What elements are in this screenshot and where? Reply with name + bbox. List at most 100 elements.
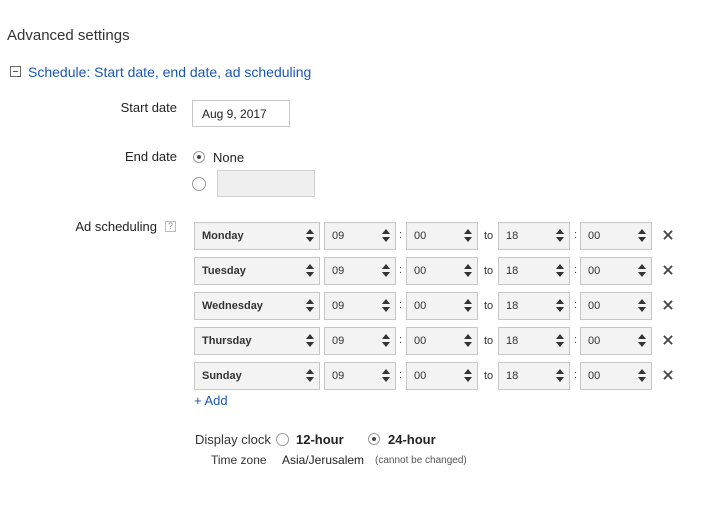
updown-arrows-icon [464,299,472,315]
updown-arrows-icon [464,369,472,385]
from-hour-select[interactable]: 09 [324,257,396,285]
updown-arrows-icon [382,229,390,245]
close-icon[interactable] [663,300,673,310]
updown-arrows-icon [382,334,390,350]
to-minute-select-value: 00 [588,335,601,347]
to-hour-select[interactable]: 18 [498,327,570,355]
updown-arrows-icon [382,264,390,280]
close-icon[interactable] [663,230,673,240]
start-date-input[interactable]: Aug 9, 2017 [192,100,290,127]
to-label: to [484,265,494,277]
updown-arrows-icon [306,264,314,280]
to-minute-select-value: 00 [588,230,601,242]
updown-arrows-icon [638,334,646,350]
from-hour-select-value: 09 [332,300,345,312]
end-date-label: End date [124,149,177,164]
from-hour-select[interactable]: 09 [324,222,396,250]
updown-arrows-icon [556,334,564,350]
day-select[interactable]: Sunday [194,362,320,390]
time-zone-value: Asia/Jerusalem [282,453,365,467]
updown-arrows-icon [306,369,314,385]
from-hour-select-value: 09 [332,370,345,382]
clock-12-radio[interactable] [276,433,289,446]
updown-arrows-icon [638,229,646,245]
to-minute-select-value: 00 [588,370,601,382]
to-hour-select-value: 18 [506,230,519,242]
updown-arrows-icon [638,299,646,315]
to-hour-select-value: 18 [506,370,519,382]
updown-arrows-icon [306,299,314,315]
from-minute-select-value: 00 [414,370,427,382]
updown-arrows-icon [556,264,564,280]
updown-arrows-icon [464,334,472,350]
from-minute-select-value: 00 [414,230,427,242]
updown-arrows-icon [556,229,564,245]
to-hour-select[interactable]: 18 [498,257,570,285]
time-colon: : [574,334,578,346]
to-label: to [484,230,494,242]
from-minute-select-value: 00 [414,265,427,277]
time-colon: : [399,299,403,311]
day-select[interactable]: Tuesday [194,257,320,285]
close-icon[interactable] [663,265,673,275]
updown-arrows-icon [638,264,646,280]
to-minute-select-value: 00 [588,265,601,277]
time-colon: : [574,299,578,311]
to-minute-select[interactable]: 00 [580,327,652,355]
section-title: Advanced settings [7,27,130,44]
close-icon[interactable] [663,370,673,380]
to-hour-select[interactable]: 18 [498,222,570,250]
time-colon: : [574,264,578,276]
to-hour-select-value: 18 [506,300,519,312]
from-minute-select[interactable]: 00 [406,222,478,250]
ad-scheduling-label: Ad scheduling [75,219,157,234]
updown-arrows-icon [556,369,564,385]
close-icon[interactable] [663,335,673,345]
time-zone-label: Time zone [211,453,267,467]
day-select[interactable]: Monday [194,222,320,250]
to-label: to [484,300,494,312]
end-date-custom-radio[interactable] [192,177,206,191]
updown-arrows-icon [464,264,472,280]
day-select-value: Sunday [202,370,242,382]
from-minute-select[interactable]: 00 [406,257,478,285]
from-hour-select[interactable]: 09 [324,292,396,320]
to-label: to [484,370,494,382]
updown-arrows-icon [464,229,472,245]
from-hour-select[interactable]: 09 [324,327,396,355]
day-select-value: Monday [202,230,244,242]
to-minute-select[interactable]: 00 [580,222,652,250]
to-hour-select[interactable]: 18 [498,292,570,320]
start-date-label: Start date [120,100,177,115]
clock-24-radio[interactable] [368,433,380,445]
day-select[interactable]: Wednesday [194,292,320,320]
time-zone-note: (cannot be changed) [375,455,467,466]
minus-square-icon[interactable] [10,66,21,77]
updown-arrows-icon [306,334,314,350]
to-minute-select[interactable]: 00 [580,292,652,320]
updown-arrows-icon [382,299,390,315]
add-schedule-button[interactable]: + Add [194,393,228,408]
to-label: to [484,335,494,347]
time-colon: : [399,229,403,241]
to-hour-select[interactable]: 18 [498,362,570,390]
to-minute-select[interactable]: 00 [580,257,652,285]
updown-arrows-icon [382,369,390,385]
end-date-none-radio[interactable] [193,151,205,163]
time-colon: : [574,369,578,381]
help-icon[interactable]: ? [165,221,176,232]
to-hour-select-value: 18 [506,265,519,277]
end-date-input[interactable] [217,170,315,197]
to-minute-select[interactable]: 00 [580,362,652,390]
from-minute-select-value: 00 [414,300,427,312]
from-minute-select[interactable]: 00 [406,327,478,355]
display-clock-label: Display clock [195,432,271,447]
from-minute-select[interactable]: 00 [406,292,478,320]
from-minute-select[interactable]: 00 [406,362,478,390]
from-hour-select-value: 09 [332,265,345,277]
schedule-toggle-link[interactable]: Schedule: Start date, end date, ad sched… [28,64,311,80]
from-hour-select[interactable]: 09 [324,362,396,390]
to-minute-select-value: 00 [588,300,601,312]
day-select[interactable]: Thursday [194,327,320,355]
day-select-value: Thursday [202,335,252,347]
